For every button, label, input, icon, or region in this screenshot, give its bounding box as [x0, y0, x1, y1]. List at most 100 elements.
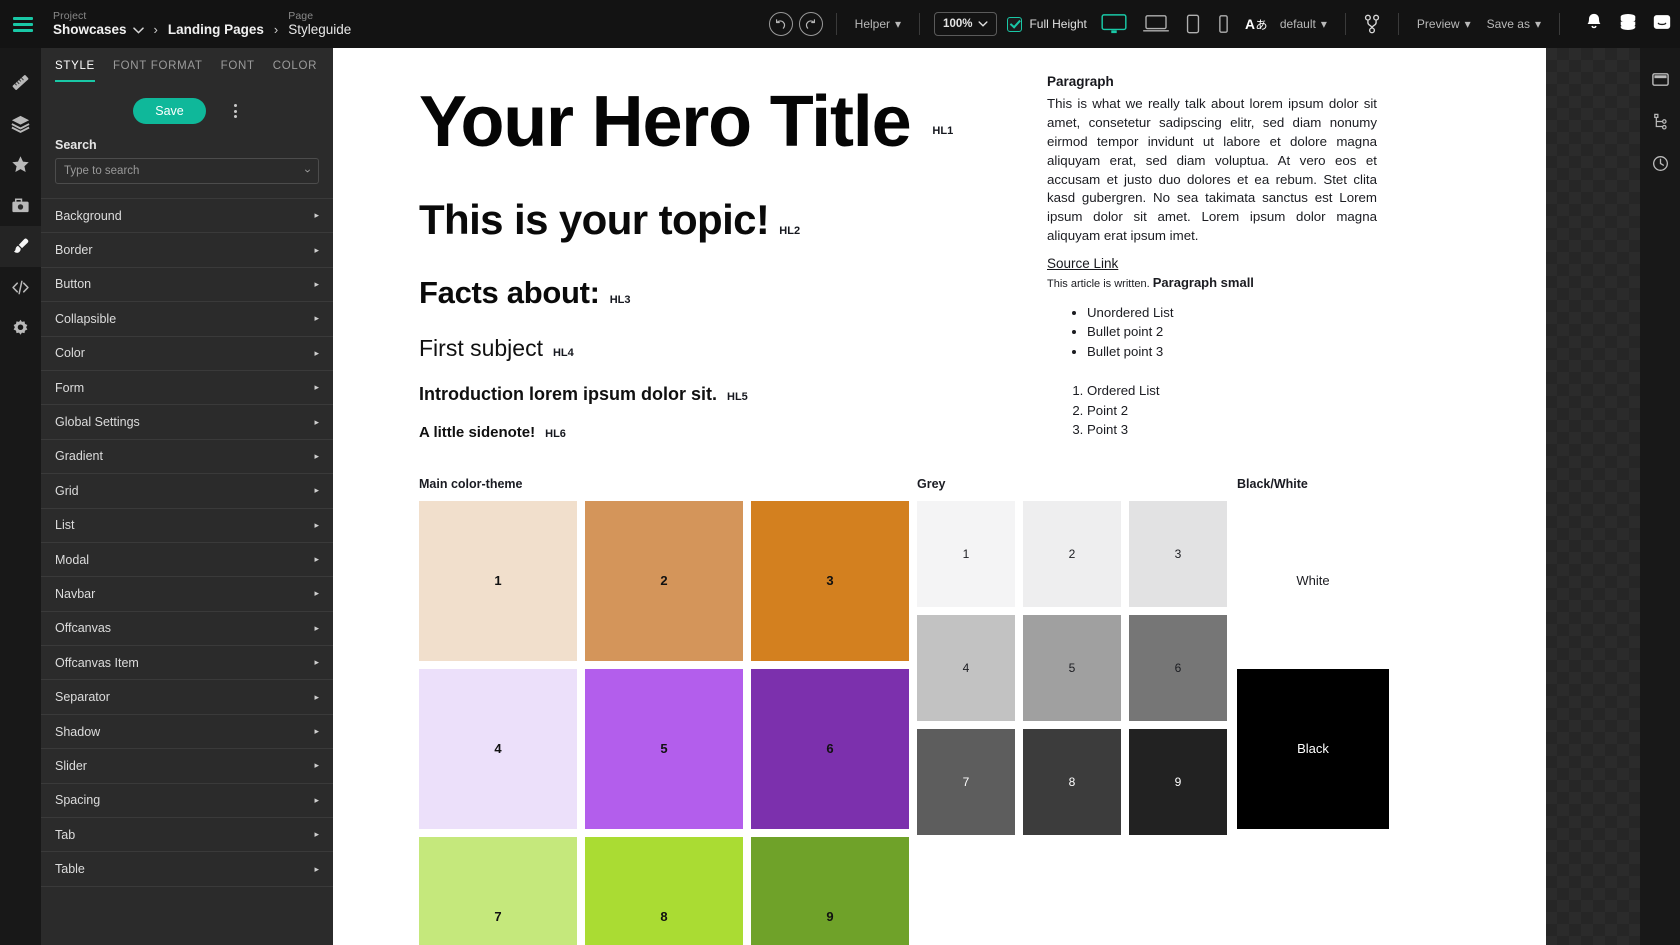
swatch[interactable]: 7 [917, 728, 1015, 835]
preview-dropdown[interactable]: Preview ▾ [1409, 17, 1479, 31]
chevron-down-icon[interactable] [305, 167, 318, 175]
language-button[interactable]: A あ [1238, 15, 1278, 33]
swatch[interactable]: 9 [751, 836, 909, 945]
breadcrumb-page[interactable]: Page Styleguide [288, 10, 351, 38]
accordion-border[interactable]: Border ▸ [41, 233, 333, 268]
save-as-dropdown[interactable]: Save as ▾ [1479, 17, 1549, 31]
accordion-button[interactable]: Button ▸ [41, 267, 333, 303]
accordion-form[interactable]: Form ▸ [41, 370, 333, 406]
rail-item-window[interactable] [1640, 58, 1680, 100]
accordion-label: Tab [55, 827, 76, 842]
device-laptop-button[interactable] [1135, 14, 1177, 34]
bell-button[interactable] [1584, 12, 1604, 37]
rail-item-layers[interactable] [0, 103, 41, 144]
swatch[interactable]: 2 [585, 500, 743, 661]
accordion-spacing[interactable]: Spacing ▸ [41, 783, 333, 819]
heading-hl3-row: Facts about: HL3 [419, 275, 1039, 311]
code-icon [12, 280, 29, 295]
branch-button[interactable] [1356, 14, 1388, 34]
accordion-grid[interactable]: Grid ▸ [41, 474, 333, 509]
paragraph-label: Paragraph [1047, 74, 1114, 89]
rail-item-sitemap[interactable] [1640, 100, 1680, 142]
accordion-offcanvas-item[interactable]: Offcanvas Item ▸ [41, 646, 333, 681]
accordion-navbar[interactable]: Navbar ▸ [41, 577, 333, 612]
save-button[interactable]: Save [133, 98, 206, 124]
rail-item-settings[interactable] [0, 308, 41, 349]
accordion-global-settings[interactable]: Global Settings ▸ [41, 405, 333, 440]
accordion-color[interactable]: Color ▸ [41, 336, 333, 371]
chat-button[interactable] [1652, 12, 1672, 37]
tab-style[interactable]: STYLE [55, 60, 95, 82]
accordion-label: List [55, 518, 75, 533]
device-tablet-button[interactable] [1177, 14, 1209, 34]
swatch[interactable]: 6 [751, 668, 909, 829]
search-input[interactable] [56, 165, 305, 177]
accordion-table[interactable]: Table ▸ [41, 852, 333, 887]
paragraph-column: Paragraph This is what we really talk ab… [1047, 60, 1377, 449]
accordion-modal[interactable]: Modal ▸ [41, 542, 333, 578]
full-height-toggle[interactable]: Full Height [1001, 16, 1092, 32]
rail-item-ruler[interactable] [0, 62, 41, 103]
rail-item-code[interactable] [0, 267, 41, 308]
hamburger-bar [12, 28, 33, 32]
chevron-down-icon[interactable] [132, 26, 144, 34]
swatch-white[interactable]: White [1237, 500, 1389, 661]
breadcrumb: Project Showcases › Landing Pages › Page… [45, 10, 351, 38]
full-height-checkbox[interactable] [1007, 16, 1023, 32]
kebab-menu-icon[interactable] [230, 100, 241, 122]
accordion-background[interactable]: Background ▸ [41, 199, 333, 234]
swatch[interactable]: 7 [419, 836, 577, 945]
helper-dropdown[interactable]: Helper ▾ [847, 17, 909, 31]
database-button[interactable] [1618, 12, 1638, 37]
swatch[interactable]: 8 [1023, 728, 1121, 835]
swatch[interactable]: 6 [1129, 614, 1227, 721]
swatch[interactable]: 3 [1129, 500, 1227, 607]
breadcrumb-project[interactable]: Project Showcases [53, 10, 144, 38]
swatch[interactable]: 1 [419, 500, 577, 661]
device-mobile-button[interactable] [1209, 14, 1238, 34]
search-field[interactable] [55, 158, 319, 184]
accordion-label: Grid [55, 483, 79, 498]
hamburger-icon[interactable] [0, 0, 45, 48]
mobile-icon [1219, 15, 1228, 33]
rail-item-media[interactable] [0, 185, 41, 226]
breadcrumb-project-name[interactable]: Showcases [53, 22, 144, 38]
accordion-gradient[interactable]: Gradient ▸ [41, 439, 333, 475]
swatch[interactable]: 3 [751, 500, 909, 661]
zoom-value: 100% [943, 18, 973, 30]
swatch-label: Black [1297, 741, 1329, 757]
breadcrumb-middle[interactable]: Landing Pages [168, 22, 264, 38]
accordion-offcanvas[interactable]: Offcanvas ▸ [41, 611, 333, 647]
swatch[interactable]: 8 [585, 836, 743, 945]
tab-font[interactable]: FONT [221, 60, 255, 82]
swatch-black[interactable]: Black [1237, 668, 1389, 829]
rail-item-brush[interactable] [0, 226, 41, 267]
page-canvas[interactable]: Your Hero Title HL1 This is your topic! … [333, 48, 1546, 945]
device-desktop-button[interactable] [1093, 14, 1135, 34]
accordion-tab[interactable]: Tab ▸ [41, 818, 333, 853]
accordion-slider[interactable]: Slider ▸ [41, 749, 333, 784]
swatch[interactable]: 4 [419, 668, 577, 829]
swatch[interactable]: 1 [917, 500, 1015, 607]
tab-color[interactable]: COLOR [273, 60, 317, 82]
zoom-select[interactable]: 100% [934, 12, 998, 36]
accordion-shadow[interactable]: Shadow ▸ [41, 714, 333, 750]
language-dropdown[interactable]: default ▾ [1278, 17, 1335, 31]
tab-font-format[interactable]: FONT FORMAT [113, 60, 203, 82]
swatch[interactable]: 9 [1129, 728, 1227, 835]
rail-item-history[interactable] [1640, 142, 1680, 184]
accordion-separator[interactable]: Separator ▸ [41, 680, 333, 715]
source-link[interactable]: Source Link [1047, 256, 1377, 271]
swatch[interactable]: 4 [917, 614, 1015, 721]
swatch[interactable]: 5 [585, 668, 743, 829]
swatch[interactable]: 5 [1023, 614, 1121, 721]
accordion-label: Spacing [55, 793, 101, 808]
redo-icon[interactable] [798, 12, 823, 36]
rail-item-favorites[interactable] [0, 144, 41, 185]
gear-icon [13, 319, 28, 335]
accordion-list[interactable]: List ▸ [41, 508, 333, 543]
app-root: Project Showcases › Landing Pages › Page… [0, 0, 1680, 945]
undo-icon[interactable] [768, 12, 793, 36]
swatch[interactable]: 2 [1023, 500, 1121, 607]
accordion-collapsible[interactable]: Collapsible ▸ [41, 302, 333, 337]
